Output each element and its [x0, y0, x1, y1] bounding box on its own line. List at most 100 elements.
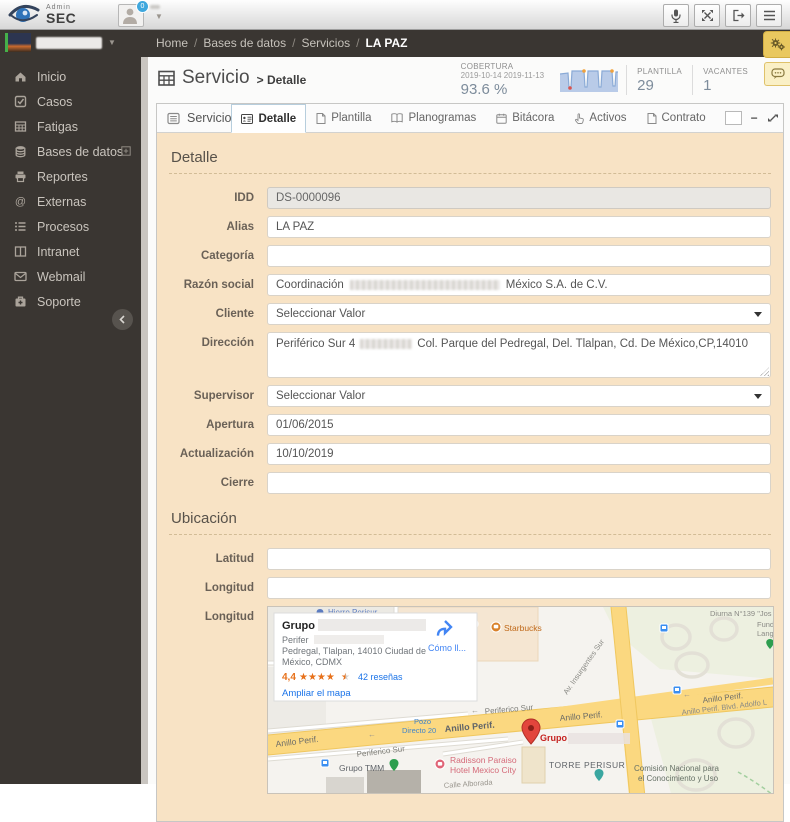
svg-text:←: ←: [683, 690, 691, 699]
sidebar-item-bases-de-datos[interactable]: Bases de datos: [0, 139, 141, 164]
reviews-link[interactable]: 42 reseñas: [358, 672, 403, 682]
card-title: Grupo: [282, 620, 315, 632]
breadcrumb: Home / Bases de datos / Servicios / LA P…: [156, 36, 408, 50]
tab-planogramas[interactable]: Planogramas: [381, 104, 486, 132]
map-label: Radisson Paraiso: [450, 755, 517, 765]
settings-button[interactable]: [763, 31, 790, 58]
breadcrumb-servicios[interactable]: Servicios: [301, 36, 350, 50]
supervisor-select[interactable]: Seleccionar Valor: [267, 385, 771, 407]
field-cierre: Cierre: [169, 472, 771, 494]
plus-square-icon[interactable]: [121, 146, 131, 156]
longitud-input[interactable]: [267, 577, 771, 599]
sidebar: Inicio Casos Fatigas Bases de datos Repo…: [0, 57, 141, 784]
envelope-icon: [13, 270, 28, 283]
panel-header: Servicio Detalle Plantilla Planogramas B…: [157, 104, 783, 133]
field-supervisor: Supervisor Seleccionar Valor: [169, 385, 771, 407]
columns-icon: [13, 245, 28, 258]
redacted-text: [349, 280, 500, 290]
calendar-icon: [496, 113, 507, 124]
cierre-input[interactable]: [267, 472, 771, 494]
sidebar-item-inicio[interactable]: Inicio: [0, 64, 141, 89]
eye-logo-icon: [8, 4, 40, 22]
google-map[interactable]: ←→←← Hierro Perisur Starbucks Av. Insurg…: [267, 606, 774, 794]
tab-plantilla[interactable]: Plantilla: [306, 104, 381, 132]
main-content: Servicio > Detalle COBERTURA 2019-10-14 …: [148, 57, 790, 822]
redacted-text: [360, 338, 413, 349]
tab-bitacora[interactable]: Bitácora: [486, 104, 564, 132]
top-header: Admin SEC 0 ▼: [0, 0, 790, 30]
map-label-starbucks: Starbucks: [504, 623, 542, 633]
map-label: Hotel Mexico City: [450, 765, 517, 775]
panel-checkbox[interactable]: [724, 111, 742, 125]
microphone-button[interactable]: [663, 4, 689, 27]
tab-detalle[interactable]: Detalle: [231, 104, 307, 133]
apertura-input[interactable]: [267, 414, 771, 436]
sidebar-item-externas[interactable]: @ Externas: [0, 189, 141, 214]
user-avatar-button[interactable]: 0: [118, 0, 149, 27]
microphone-icon: [671, 9, 681, 23]
razon-social-input[interactable]: Coordinación México S.A. de C.V.: [267, 274, 771, 296]
breadcrumb-current: LA PAZ: [365, 36, 408, 50]
notification-badge: 0: [136, 0, 149, 13]
expand-map-link[interactable]: Ampliar el mapa: [282, 688, 351, 699]
sidebar-item-webmail[interactable]: Webmail: [0, 264, 141, 289]
field-direccion: Dirección Periférico Sur 4 Col. Parque de…: [169, 332, 771, 378]
logout-button[interactable]: [725, 4, 751, 27]
redacted-username: [150, 5, 160, 9]
cobertura-stat: COBERTURA 2019-10-14 2019-11-13 93.6 %: [460, 62, 545, 98]
chevron-down-icon[interactable]: ▼: [155, 12, 163, 21]
sign-out-icon: [732, 9, 744, 22]
idd-input[interactable]: [267, 187, 771, 209]
comments-button[interactable]: [764, 62, 790, 86]
id-card-icon: [241, 113, 254, 124]
detalle-form: Detalle IDD Alias Categoría Razón social…: [157, 133, 783, 821]
sidebar-item-fatigas[interactable]: Fatigas: [0, 114, 141, 139]
direccion-textarea[interactable]: Periférico Sur 4 Col. Parque del Pedregal…: [267, 332, 771, 378]
service-stats: COBERTURA 2019-10-14 2019-11-13 93.6 % P…: [451, 62, 758, 98]
page-header: Servicio > Detalle COBERTURA 2019-10-14 …: [148, 57, 790, 103]
menu-button[interactable]: [756, 4, 782, 27]
panel-minimize-button[interactable]: −: [751, 112, 758, 124]
breadcrumb-bases-de-datos[interactable]: Bases de datos: [203, 36, 286, 50]
sidebar-item-reportes[interactable]: Reportes: [0, 164, 141, 189]
page-subtitle: Detalle: [266, 73, 307, 87]
field-mapa: Longitud ← → ← ← Starbucks Av. Insurgent…: [169, 606, 774, 794]
fullscreen-button[interactable]: [694, 4, 720, 27]
table-icon: [13, 120, 28, 133]
tab-activos[interactable]: Activos: [564, 104, 636, 132]
file-icon: [647, 112, 656, 124]
directions-link[interactable]: Cómo ll...: [428, 643, 466, 653]
map-label: Funda: [757, 620, 773, 629]
sidebar-user-chip[interactable]: ▼: [5, 33, 116, 52]
sidebar-collapse-button[interactable]: [112, 309, 133, 330]
panel-expand-button[interactable]: [767, 112, 779, 124]
tab-contrato[interactable]: Contrato: [637, 104, 716, 132]
actualizacion-input[interactable]: [267, 443, 771, 465]
alias-input[interactable]: [267, 216, 771, 238]
at-icon: @: [13, 195, 28, 208]
svg-text:@: @: [15, 196, 26, 208]
sidebar-scroll-track[interactable]: [141, 57, 148, 784]
printer-icon: [13, 170, 28, 183]
svg-text:←: ←: [368, 730, 376, 739]
page-title: Servicio: [182, 67, 250, 88]
book-icon: [391, 113, 404, 123]
redacted-card-text: [314, 635, 384, 644]
speech-bubble-icon: [770, 68, 785, 79]
field-alias: Alias: [169, 216, 771, 238]
sidebar-item-casos[interactable]: Casos: [0, 89, 141, 114]
select-caret-icon: [754, 393, 762, 399]
panel-window-controls: −: [716, 104, 788, 132]
breadcrumb-home[interactable]: Home: [156, 36, 188, 50]
categoria-input[interactable]: [267, 245, 771, 267]
table-icon: [158, 70, 175, 86]
resize-grip[interactable]: [760, 367, 769, 376]
card-rating: 4,4: [282, 672, 296, 683]
logo-sec-text: SEC: [46, 9, 77, 26]
sidebar-item-intranet[interactable]: Intranet: [0, 239, 141, 264]
cliente-select[interactable]: Seleccionar Valor: [267, 303, 771, 325]
field-razon-social: Razón social Coordinación México S.A. de …: [169, 274, 771, 296]
sidebar-item-procesos[interactable]: Procesos: [0, 214, 141, 239]
latitud-input[interactable]: [267, 548, 771, 570]
select-caret-icon: [754, 311, 762, 317]
